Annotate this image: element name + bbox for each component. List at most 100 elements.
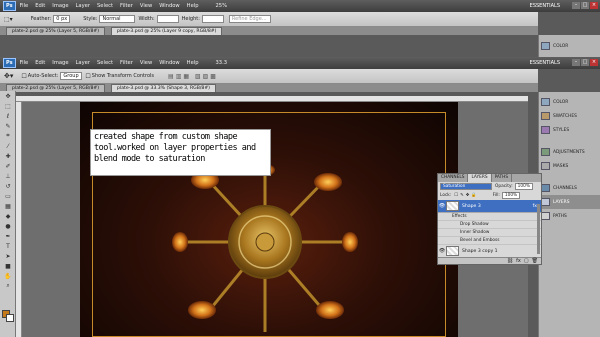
- dock-item-styles[interactable]: STYLES: [539, 123, 600, 137]
- minimize-icon[interactable]: –: [572, 59, 580, 66]
- marquee-icon[interactable]: ⬚: [2, 102, 14, 110]
- dock-item-channels[interactable]: CHANNELS: [539, 181, 600, 195]
- layer-row-shape-3[interactable]: 👁 Shape 3 fx: [438, 200, 541, 213]
- menu-select[interactable]: Select: [97, 3, 113, 9]
- gradient-icon[interactable]: ▦: [2, 202, 14, 210]
- eye-icon[interactable]: 👁: [438, 203, 446, 209]
- maximize-icon[interactable]: □: [581, 2, 589, 9]
- menu-file[interactable]: File: [20, 3, 29, 9]
- menu-view[interactable]: View: [140, 60, 152, 66]
- move-icon[interactable]: ✥: [2, 92, 14, 100]
- crop-icon[interactable]: ⌗: [2, 132, 14, 140]
- minimize-icon[interactable]: –: [572, 2, 580, 9]
- effect-bevel-emboss[interactable]: Bevel and Emboss: [438, 237, 541, 245]
- fill-input[interactable]: 100%: [501, 192, 521, 199]
- auto-select-dropdown[interactable]: Group: [60, 72, 83, 80]
- menu-edit[interactable]: Edit: [35, 3, 45, 9]
- tab-channels[interactable]: CHANNELS: [438, 174, 469, 182]
- trash-icon[interactable]: 🗑: [532, 258, 538, 264]
- dock-item-swatches[interactable]: SWATCHES: [539, 109, 600, 123]
- tab-paths[interactable]: PATHS: [492, 174, 513, 182]
- dock-item-layers[interactable]: LAYERS: [539, 195, 600, 209]
- refine-edge-button[interactable]: Refine Edge...: [228, 15, 271, 23]
- menu-file[interactable]: File: [20, 60, 29, 66]
- dock-item-masks[interactable]: MASKS: [539, 159, 600, 173]
- menu-image[interactable]: Image: [52, 3, 68, 9]
- menu-help[interactable]: Help: [187, 60, 199, 66]
- blur-icon[interactable]: ◆: [2, 212, 14, 220]
- menu-image[interactable]: Image: [52, 60, 68, 66]
- menu-help[interactable]: Help: [187, 3, 199, 9]
- menu-select[interactable]: Select: [97, 60, 113, 66]
- effects-header[interactable]: Effects: [438, 213, 541, 221]
- hand-icon[interactable]: ✋: [2, 272, 14, 280]
- menu-view[interactable]: View: [140, 3, 152, 9]
- tab-plate-3[interactable]: plate-3.psd @ 25% (Layer 9 copy, RGB/8#): [111, 27, 223, 35]
- stamp-icon[interactable]: ⊥: [2, 172, 14, 180]
- workspace-switcher[interactable]: ESSENTIALS: [530, 3, 560, 9]
- maximize-icon[interactable]: □: [581, 59, 589, 66]
- lock-icons[interactable]: ☐✎✥🔒: [454, 193, 478, 198]
- dock-item-adjustments[interactable]: ADJUSTMENTS: [539, 145, 600, 159]
- link-icon[interactable]: ⛓: [507, 258, 513, 264]
- path-select-icon[interactable]: ➤: [2, 252, 14, 260]
- opacity-input[interactable]: 100%: [514, 183, 533, 190]
- dock-item-color[interactable]: COLOR: [539, 39, 600, 53]
- marquee-tool-icon[interactable]: ⬚▾: [4, 16, 13, 23]
- effect-drop-shadow[interactable]: Drop Shadow: [438, 221, 541, 229]
- healing-icon[interactable]: ✚: [2, 152, 14, 160]
- height-input[interactable]: [201, 15, 224, 23]
- menu-filter[interactable]: Filter: [120, 3, 133, 9]
- effect-inner-shadow[interactable]: Inner Shadow: [438, 229, 541, 237]
- type-icon[interactable]: T: [2, 242, 14, 250]
- tab-plate-3-b[interactable]: plate-3.psd @ 33.3% (Shape 3, RGB/8#): [111, 84, 216, 92]
- lasso-icon[interactable]: ℓ: [2, 112, 14, 120]
- zoom-readout-2[interactable]: 33.3: [216, 60, 228, 66]
- dodge-icon[interactable]: ●: [2, 222, 14, 230]
- menu-window[interactable]: Window: [159, 3, 179, 9]
- eye-icon[interactable]: 👁: [438, 248, 446, 254]
- dock-item-color[interactable]: COLOR: [539, 95, 600, 109]
- style-select[interactable]: Normal: [99, 15, 136, 23]
- zoom-icon[interactable]: ⌕: [2, 282, 14, 290]
- tools-panel: ✥ ⬚ ℓ ✎ ⌗ ⁄ ✚ ✐ ⊥ ↺ ▭ ▦ ◆ ● ✒ T ➤ ■ ✋ ⌕: [0, 91, 16, 337]
- height-label: Height:: [181, 16, 200, 22]
- layers-scrollbar[interactable]: [537, 204, 540, 254]
- blend-mode-select[interactable]: Saturation: [440, 183, 492, 190]
- menu-window[interactable]: Window: [159, 60, 179, 66]
- dock-item-paths[interactable]: PATHS: [539, 209, 600, 223]
- style-label: Style:: [83, 16, 98, 22]
- menu-layer[interactable]: Layer: [76, 60, 90, 66]
- background-color-swatch[interactable]: [6, 314, 14, 322]
- menu-layer[interactable]: Layer: [76, 3, 90, 9]
- show-transform-checkbox[interactable]: ☐: [85, 73, 90, 80]
- styles-icon: [541, 126, 550, 134]
- new-layer-icon[interactable]: ▢: [524, 258, 529, 264]
- panel-dock-bottom: COLOR SWATCHES STYLES ADJUSTMENTS MASKS …: [538, 92, 600, 337]
- width-input[interactable]: [156, 15, 179, 23]
- move-tool-icon[interactable]: ✥▾: [4, 72, 13, 80]
- auto-select-checkbox[interactable]: ☐: [21, 73, 26, 80]
- add-style-icon[interactable]: fx: [516, 258, 521, 264]
- layers-icon: [541, 198, 550, 206]
- zoom-readout[interactable]: 25%: [216, 3, 228, 9]
- lock-row: Lock: ☐✎✥🔒 Fill: 100%: [438, 191, 541, 200]
- menu-filter[interactable]: Filter: [120, 60, 133, 66]
- brush-icon[interactable]: ✐: [2, 162, 14, 170]
- align-icons[interactable]: ▤▥▦ ▧▨▩: [168, 73, 218, 80]
- pen-icon[interactable]: ✒: [2, 232, 14, 240]
- eyedropper-icon[interactable]: ⁄: [2, 142, 14, 150]
- shape-icon[interactable]: ■: [2, 262, 14, 270]
- tab-plate-2[interactable]: plate-2.psd @ 25% (Layer 5, RGB/8#): [6, 27, 106, 35]
- tab-plate-2-b[interactable]: plate-2.psd @ 25% (Layer 5, RGB/8#): [6, 84, 106, 92]
- close-icon[interactable]: ×: [590, 59, 598, 66]
- feather-input[interactable]: 0 px: [53, 15, 71, 23]
- eraser-icon[interactable]: ▭: [2, 192, 14, 200]
- close-icon[interactable]: ×: [590, 2, 598, 9]
- workspace-switcher-2[interactable]: ESSENTIALS: [530, 60, 560, 66]
- menu-edit[interactable]: Edit: [35, 60, 45, 66]
- history-brush-icon[interactable]: ↺: [2, 182, 14, 190]
- photoshop-logo-2: Ps: [3, 58, 16, 68]
- tab-layers[interactable]: LAYERS: [468, 174, 492, 182]
- quick-select-icon[interactable]: ✎: [2, 122, 14, 130]
